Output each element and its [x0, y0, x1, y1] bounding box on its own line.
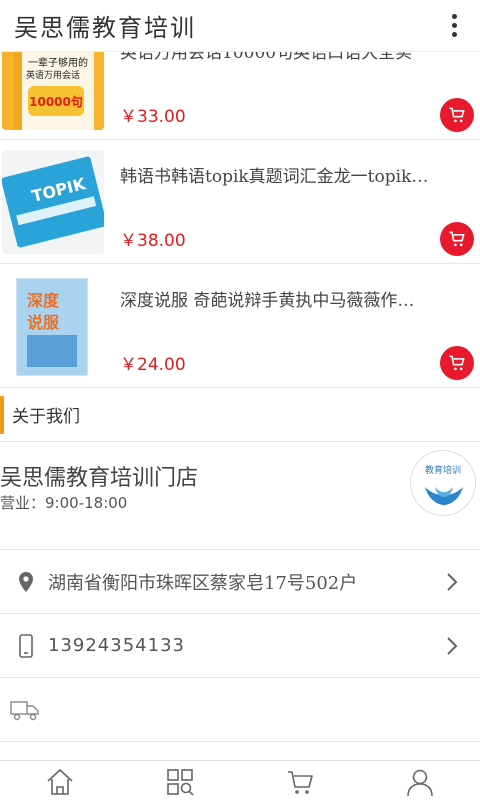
- cart-icon: [288, 771, 313, 794]
- hours-value: 9:00-18:00: [45, 494, 128, 512]
- app-root: 吴思儒教育培训 一辈子够用的 英语万用会话 10000句 英语万用会话10000…: [0, 0, 480, 800]
- about-section-header: 关于我们: [0, 388, 480, 442]
- add-to-cart-button[interactable]: [440, 346, 474, 380]
- add-to-cart-button[interactable]: [440, 98, 474, 132]
- chevron-right-icon: [447, 637, 458, 655]
- cover-text: 英语万用会话: [26, 71, 81, 81]
- store-hours: 营业：9:00-18:00: [0, 492, 127, 513]
- phone-text: 13924354133: [48, 635, 185, 656]
- product-title[interactable]: 深度说服 奇葩说辩手黄执中马薇薇作…: [120, 286, 460, 311]
- cover-text: 深度: [27, 291, 60, 310]
- cart-icon: [449, 107, 465, 123]
- store-card: 吴思儒教育培训门店 营业：9:00-18:00 教育培训: [0, 442, 480, 550]
- scroll-content[interactable]: 一辈子够用的 英语万用会话 10000句 英语万用会话10000句英语口语大全实…: [0, 52, 480, 760]
- delivery-truck-icon: [10, 697, 40, 723]
- cart-icon: [449, 355, 465, 371]
- cover-text: 10000句: [28, 86, 84, 116]
- page-title: 吴思儒教育培训: [14, 14, 196, 42]
- location-pin-icon: [16, 569, 36, 595]
- hours-label: 营业：: [0, 494, 46, 512]
- tab-cart[interactable]: [240, 761, 360, 800]
- tab-category[interactable]: [120, 761, 240, 800]
- bottom-tab-bar: [0, 760, 480, 800]
- phone-icon: [16, 633, 36, 659]
- product-item[interactable]: TOPIK 韩语书韩语topik真题词汇金龙一topik… ￥38.00: [0, 140, 480, 264]
- home-icon: [47, 768, 73, 795]
- product-price: ￥24.00: [120, 355, 186, 375]
- add-to-cart-button[interactable]: [440, 222, 474, 256]
- address-row[interactable]: 湖南省衡阳市珠晖区蔡家皂17号502户: [0, 550, 480, 614]
- product-title[interactable]: 英语万用会话10000句英语口语大全实: [120, 52, 460, 63]
- tab-profile[interactable]: [360, 761, 480, 800]
- user-icon: [407, 769, 433, 797]
- store-name: 吴思儒教育培训门店: [0, 466, 199, 491]
- product-item[interactable]: 一辈子够用的 英语万用会话 10000句 英语万用会话10000句英语口语大全实…: [0, 52, 480, 140]
- delivery-row[interactable]: [0, 678, 480, 742]
- phone-row[interactable]: 13924354133: [0, 614, 480, 678]
- category-grid-icon: [167, 769, 194, 796]
- product-title[interactable]: 韩语书韩语topik真题词汇金龙一topik…: [120, 162, 460, 187]
- app-header: 吴思儒教育培训: [0, 0, 480, 52]
- product-image[interactable]: 一辈子够用的 英语万用会话 10000句: [2, 52, 104, 130]
- cart-icon: [449, 231, 465, 247]
- product-price: ￥33.00: [120, 107, 186, 127]
- chevron-right-icon: [447, 573, 458, 591]
- section-accent-bar: [0, 395, 4, 434]
- section-title: 关于我们: [12, 407, 80, 427]
- product-price: ￥38.00: [120, 231, 186, 251]
- product-image[interactable]: TOPIK: [2, 150, 104, 254]
- product-item[interactable]: 深度 说服 深度说服 奇葩说辩手黄执中马薇薇作… ￥24.00: [0, 264, 480, 388]
- hands-icon: [425, 487, 463, 505]
- product-image[interactable]: 深度 说服: [2, 274, 104, 378]
- address-text: 湖南省衡阳市珠晖区蔡家皂17号502户: [48, 572, 358, 594]
- tab-home[interactable]: [0, 761, 120, 800]
- store-logo: 教育培训: [410, 450, 476, 516]
- more-vertical-icon[interactable]: [442, 8, 466, 44]
- cover-text: 说服: [27, 313, 60, 332]
- cover-text: 一辈子够用的: [28, 58, 88, 69]
